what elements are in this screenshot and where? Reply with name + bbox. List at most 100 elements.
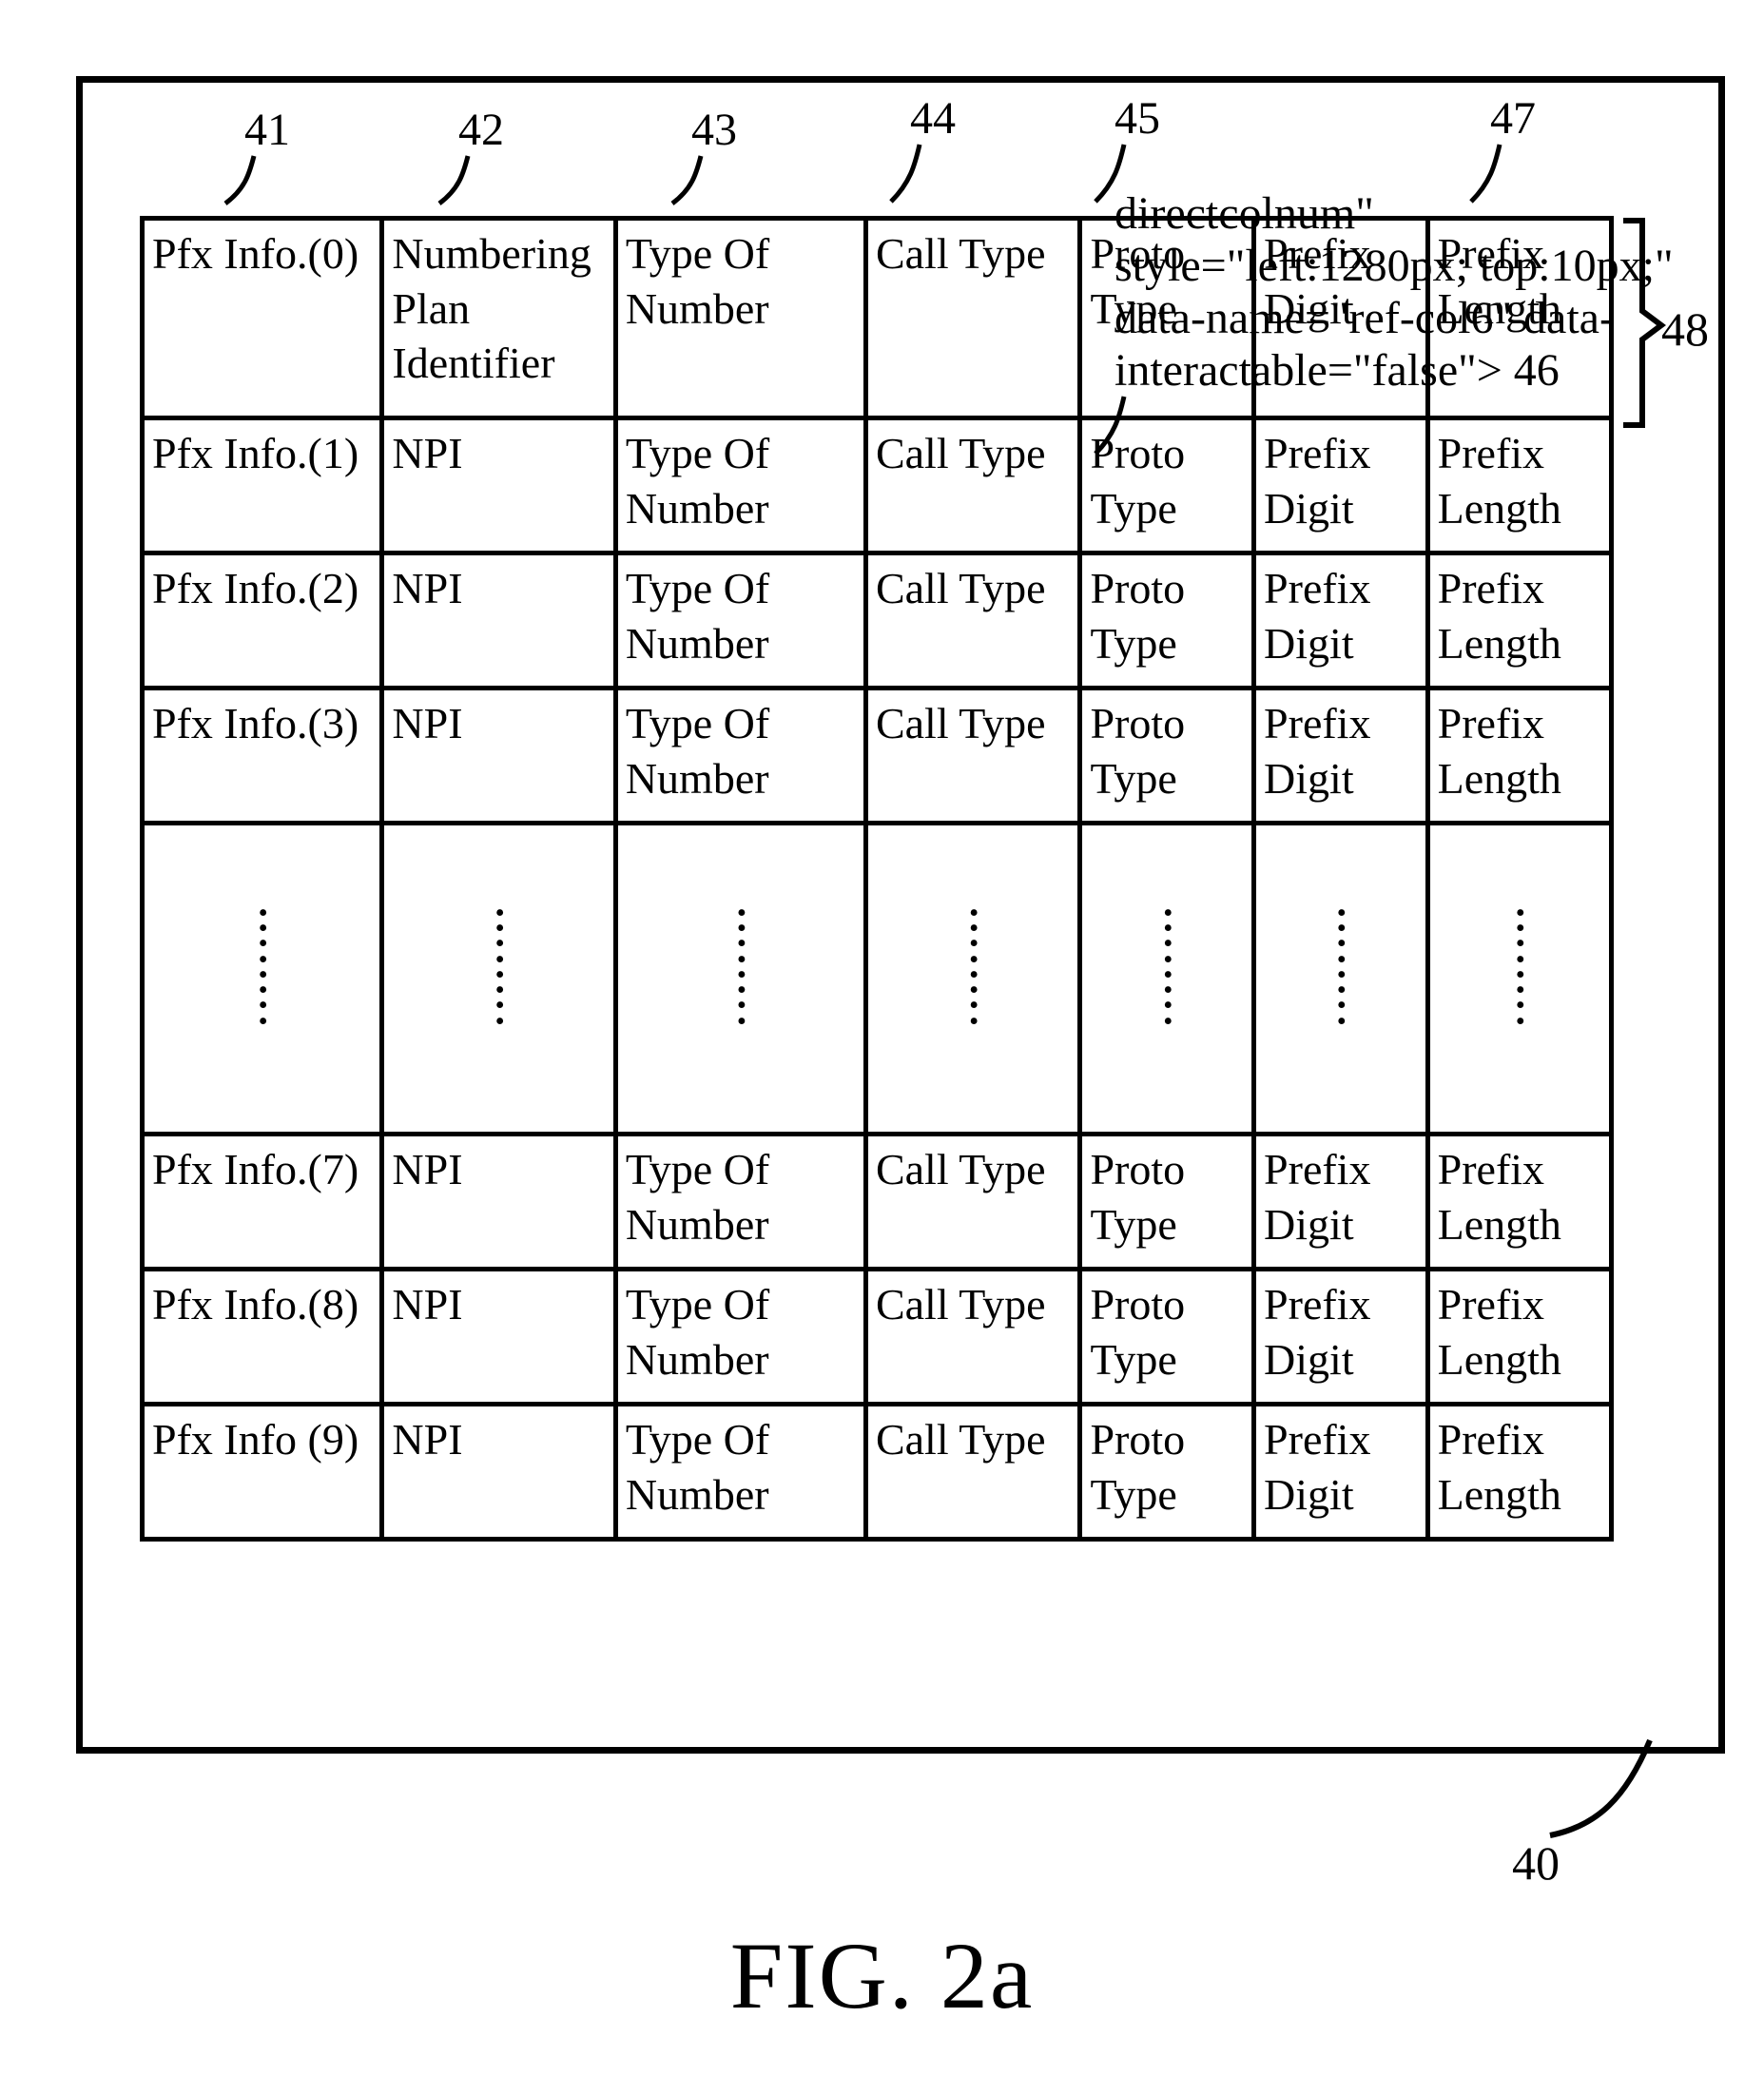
cell: Proto Type xyxy=(1080,689,1254,824)
cell: NPI xyxy=(382,553,615,689)
cell-text: Numbering Plan Identifier xyxy=(392,229,591,387)
table-row: Pfx Info.(1) NPI Type Of Number Call Typ… xyxy=(143,418,1612,553)
cell-text: Pfx Info.(7) xyxy=(152,1145,359,1193)
cell-text: Prefix Length xyxy=(1438,1280,1561,1384)
cell-text: Proto Type xyxy=(1090,429,1185,533)
cell: Pfx Info.(1) xyxy=(143,418,382,553)
tick-icon xyxy=(691,156,748,199)
cell: Proto Type xyxy=(1080,418,1254,553)
cell-ellipsis: ········ xyxy=(1427,824,1611,1135)
cell: Pfx Info.(0) xyxy=(143,219,382,418)
cell-text: Call Type xyxy=(876,564,1046,612)
cell: NPI xyxy=(382,1135,615,1270)
cell: Proto Type xyxy=(1080,1270,1254,1405)
cell-text: Type Of Number xyxy=(626,429,769,533)
cell-text: Call Type xyxy=(876,1145,1046,1193)
figure-caption-text: FIG. 2a xyxy=(730,1923,1035,2028)
cell-ellipsis: ········ xyxy=(1080,824,1254,1135)
cell: Prefix Digit xyxy=(1254,219,1428,418)
tick-icon xyxy=(910,145,967,187)
cell-text: Pfx Info.(8) xyxy=(152,1280,359,1329)
cell: Type Of Number xyxy=(615,1135,865,1270)
cell: Prefix Length xyxy=(1427,1135,1611,1270)
vertical-dots-icon: ········ xyxy=(1332,905,1350,1029)
cell-text: Prefix Digit xyxy=(1264,564,1370,668)
cell: Prefix Length xyxy=(1427,1405,1611,1540)
cell-text: Pfx Info.(3) xyxy=(152,699,359,747)
ref-col1-text: 41 xyxy=(244,105,290,155)
cell-text: Prefix Digit xyxy=(1264,1145,1370,1249)
cell: Prefix Length xyxy=(1427,553,1611,689)
cell: NPI xyxy=(382,689,615,824)
cell: Prefix Digit xyxy=(1254,1270,1428,1405)
cell-text: Call Type xyxy=(876,699,1046,747)
ref-col7-text: 47 xyxy=(1490,93,1536,144)
cell-ellipsis: ········ xyxy=(382,824,615,1135)
cell: Prefix Digit xyxy=(1254,689,1428,824)
cell: Call Type xyxy=(865,418,1080,553)
cell: Prefix Digit xyxy=(1254,553,1428,689)
cell-text: Type Of Number xyxy=(626,699,769,803)
cell-text: Prefix Digit xyxy=(1264,1280,1370,1384)
ref-col2-text: 42 xyxy=(458,105,504,155)
vertical-dots-icon: ········ xyxy=(1159,905,1177,1029)
cell: Proto Type xyxy=(1080,1135,1254,1270)
cell-text: NPI xyxy=(392,1280,462,1329)
cell: Call Type xyxy=(865,689,1080,824)
cell-text: Proto Type xyxy=(1090,229,1185,333)
figure-page: 41 42 43 44 45 directcolnum" style="left… xyxy=(0,0,1764,2095)
cell-text: Prefix Length xyxy=(1438,429,1561,533)
cell-text: Type Of Number xyxy=(626,1145,769,1249)
cell-text: Proto Type xyxy=(1090,1415,1185,1519)
cell-text: Prefix Digit xyxy=(1264,229,1370,333)
cell: Type Of Number xyxy=(615,553,865,689)
table-row: Pfx Info.(0) Numbering Plan Identifier T… xyxy=(143,219,1612,418)
ref-row-brace: 48 xyxy=(1661,301,1709,357)
cell-text: Prefix Length xyxy=(1438,564,1561,668)
cell: Call Type xyxy=(865,1135,1080,1270)
cell-text: NPI xyxy=(392,1145,462,1193)
cell-text: Prefix Length xyxy=(1438,1145,1561,1249)
ref-col7: 47 xyxy=(1490,92,1547,187)
cell-text: Prefix Length xyxy=(1438,1415,1561,1519)
cell: Pfx Info (9) xyxy=(143,1405,382,1540)
cell-ellipsis: ········ xyxy=(143,824,382,1135)
tick-icon xyxy=(244,156,301,199)
vertical-dots-icon: ········ xyxy=(965,905,983,1029)
ref-col5-text: 45 xyxy=(1115,93,1160,144)
cell-ellipsis: ········ xyxy=(1254,824,1428,1135)
cell: Prefix Length xyxy=(1427,1270,1611,1405)
cell: NPI xyxy=(382,1270,615,1405)
vertical-dots-icon: ········ xyxy=(1511,905,1529,1029)
cell: Pfx Info.(8) xyxy=(143,1270,382,1405)
cell-text: Prefix Digit xyxy=(1264,429,1370,533)
cell: Prefix Digit xyxy=(1254,1135,1428,1270)
cell: NPI xyxy=(382,418,615,553)
cell-ellipsis: ········ xyxy=(615,824,865,1135)
cell: Prefix Length xyxy=(1427,689,1611,824)
cell-text: NPI xyxy=(392,564,462,612)
tick-icon xyxy=(1490,145,1547,187)
ref-col3-text: 43 xyxy=(691,105,737,155)
cell: Call Type xyxy=(865,219,1080,418)
vertical-dots-icon: ········ xyxy=(254,905,272,1029)
ref-col2: 42 xyxy=(458,104,515,199)
cell: Type Of Number xyxy=(615,418,865,553)
cell-text: Type Of Number xyxy=(626,1415,769,1519)
prefix-info-table: Pfx Info.(0) Numbering Plan Identifier T… xyxy=(140,216,1614,1542)
cell: Prefix Length xyxy=(1427,219,1611,418)
cell: Type Of Number xyxy=(615,1270,865,1405)
cell-text: Prefix Digit xyxy=(1264,1415,1370,1519)
cell: Pfx Info.(2) xyxy=(143,553,382,689)
cell-text: Type Of Number xyxy=(626,564,769,668)
cell: NPI xyxy=(382,1405,615,1540)
cell-text: Type Of Number xyxy=(626,229,769,333)
tick-icon xyxy=(458,156,515,199)
table-row-ellipsis: ········ ········ ········ ········ ····… xyxy=(143,824,1612,1135)
cell: Prefix Digit xyxy=(1254,418,1428,553)
table-row: Pfx Info.(7) NPI Type Of Number Call Typ… xyxy=(143,1135,1612,1270)
cell: Type Of Number xyxy=(615,219,865,418)
table-row: Pfx Info.(2) NPI Type Of Number Call Typ… xyxy=(143,553,1612,689)
cell-text: Pfx Info.(1) xyxy=(152,429,359,477)
table-row: Pfx Info (9) NPI Type Of Number Call Typ… xyxy=(143,1405,1612,1540)
